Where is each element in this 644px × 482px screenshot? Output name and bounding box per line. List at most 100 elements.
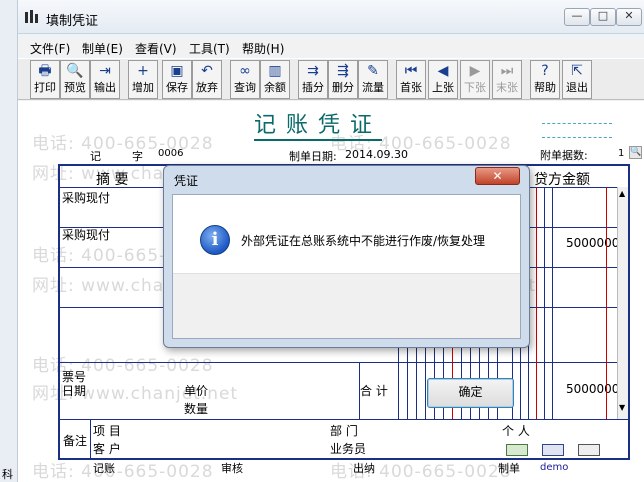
menu-voucher[interactable]: 制单(E) (82, 40, 123, 57)
insert-row-icon: ⇉ (307, 63, 319, 79)
maker-name: demo (540, 462, 569, 473)
toolbar-button-10[interactable]: ✎ 流量 (358, 60, 388, 99)
remark-label: 备注 (63, 434, 88, 448)
exit-icon: ⇱ (571, 63, 583, 79)
column-credit-header: 贷方金额 (534, 172, 590, 188)
toolbar-button-label: 放弃 (196, 81, 218, 94)
department-label: 部 门 (330, 424, 358, 438)
scroll-down-icon[interactable]: ▼ (619, 403, 625, 412)
voucher-title-decoration (542, 123, 612, 124)
toolbar-button-7[interactable]: ▥ 余额 (260, 60, 290, 99)
printer-icon: 🖶 (38, 63, 52, 79)
add-icon: + (137, 63, 149, 79)
card-icon[interactable] (542, 444, 564, 456)
message-dialog: 凭证 ✕ i 外部凭证在总账系统中不能进行作废/恢复处理 确定 (163, 165, 530, 408)
toolbar-button-3[interactable]: + 增加 (128, 60, 158, 99)
background-label: 科 (2, 468, 13, 481)
previous-record-icon: ◀ (437, 63, 449, 79)
grid-line (90, 419, 91, 458)
toolbar-button-15[interactable]: ? 帮助 (530, 60, 560, 99)
help-icon: ? (541, 63, 549, 79)
binoculars-icon: ∞ (239, 63, 251, 79)
amount-rule (544, 187, 545, 419)
amount-rule (552, 187, 553, 419)
bar-chart-icon: ▥ (268, 63, 282, 79)
app-icon (24, 10, 40, 24)
search-icon[interactable]: 🔍 (629, 146, 642, 159)
toolbar-button-0[interactable]: 🖶 打印 (30, 60, 60, 99)
toolbar-button-label: 退出 (566, 81, 588, 94)
close-button[interactable]: ✕ (616, 8, 642, 26)
toolbar-button-16[interactable]: ⇱ 退出 (562, 60, 592, 99)
toolbar-button-1[interactable]: 🔍 预览 (60, 60, 90, 99)
card-icon[interactable] (578, 444, 600, 456)
undo-icon: ↶ (201, 63, 213, 79)
toolbar-button-label: 上张 (432, 81, 454, 94)
window-title: 填制凭证 (46, 14, 99, 29)
delete-row-icon: ⇶ (337, 63, 349, 79)
toolbar-button-label: 余额 (264, 81, 286, 94)
toolbar-button-9[interactable]: ⇶ 删分 (328, 60, 358, 99)
row-summary[interactable]: 采购现付 (62, 189, 110, 206)
toolbar-button-2[interactable]: ⇥ 输出 (90, 60, 120, 99)
row-summary[interactable]: 采购现付 (62, 226, 110, 243)
toolbar-button-label: 输出 (94, 81, 116, 94)
attachments-count[interactable]: 1 (618, 148, 624, 159)
toolbar-button-label: 插分 (302, 81, 324, 94)
customer-label: 客 户 (93, 442, 121, 456)
scroll-up-icon[interactable]: ▲ (619, 189, 625, 198)
toolbar-button-8[interactable]: ⇉ 插分 (298, 60, 328, 99)
unit-price-label: 单价 (184, 384, 209, 398)
watermark-phone: 电话: 400-665-0028 (32, 134, 214, 154)
minimize-button[interactable]: — (564, 8, 590, 26)
voucher-number-label: 字 (132, 150, 143, 163)
voucher-title-decoration (542, 137, 612, 138)
total-credit-amount: 5000000 (566, 382, 620, 396)
dialog-close-button[interactable]: ✕ (475, 167, 520, 185)
toolbar-button-label: 预览 (64, 81, 86, 94)
next-record-icon: ▶ (469, 63, 481, 79)
toolbar-button-label: 帮助 (534, 81, 556, 94)
toolbar-button-13[interactable]: ▶ 下张 (460, 60, 490, 99)
toolbar-button-14[interactable]: ⏭ 末张 (492, 60, 522, 99)
dialog-footer: 确定 (173, 273, 520, 408)
toolbar-button-label: 流量 (362, 81, 384, 94)
salesperson-label: 业务员 (330, 442, 367, 456)
first-record-icon: ⏮ (404, 63, 418, 79)
menu-tools[interactable]: 工具(T) (189, 40, 230, 57)
toolbar-button-label: 末张 (496, 81, 518, 94)
menu-view[interactable]: 查看(V) (135, 40, 177, 57)
preview-icon: 🔍 (66, 63, 84, 79)
toolbar-button-5[interactable]: ↶ 放弃 (192, 60, 222, 99)
attachments-label: 附单据数: (540, 149, 588, 162)
ok-button[interactable]: 确定 (427, 378, 514, 408)
voucher-title: 记账凭证 (254, 113, 383, 141)
toolbar-button-label: 打印 (34, 81, 56, 94)
toolbar-button-label: 增加 (132, 81, 154, 94)
last-record-icon: ⏭ (500, 63, 514, 79)
toolbar-button-4[interactable]: ▣ 保存 (162, 60, 192, 99)
grid-line (60, 419, 628, 420)
maker-label: 制单 (498, 462, 520, 475)
voucher-date[interactable]: 2014.09.30 (345, 148, 408, 161)
date-label: 制单日期: (289, 150, 337, 163)
menu-help[interactable]: 帮助(H) (242, 40, 284, 57)
cash-flow-icon: ✎ (367, 63, 379, 79)
toolbar-button-label: 保存 (166, 81, 188, 94)
menu-file[interactable]: 文件(F) (30, 40, 70, 57)
toolbar-button-12[interactable]: ◀ 上张 (428, 60, 458, 99)
scrollbar[interactable]: ▲ ▼ (617, 187, 628, 419)
toolbar-button-label: 首张 (400, 81, 422, 94)
bookkeeper-label: 记账 (93, 462, 115, 475)
toolbar-button-label: 下张 (464, 81, 486, 94)
maximize-button[interactable]: □ (590, 8, 616, 26)
voucher-type[interactable]: 记 (90, 148, 101, 164)
toolbar-button-6[interactable]: ∞ 查询 (230, 60, 260, 99)
column-summary-header: 摘 要 (96, 172, 129, 188)
card-icon[interactable] (506, 444, 528, 456)
row-credit-amount[interactable]: 5000000 (566, 236, 619, 250)
dialog-title: 凭证 (174, 174, 199, 188)
ticket-date-label: 日期 (62, 384, 87, 398)
background-window-edge: 科 (0, 0, 18, 482)
toolbar-button-11[interactable]: ⏮ 首张 (396, 60, 426, 99)
